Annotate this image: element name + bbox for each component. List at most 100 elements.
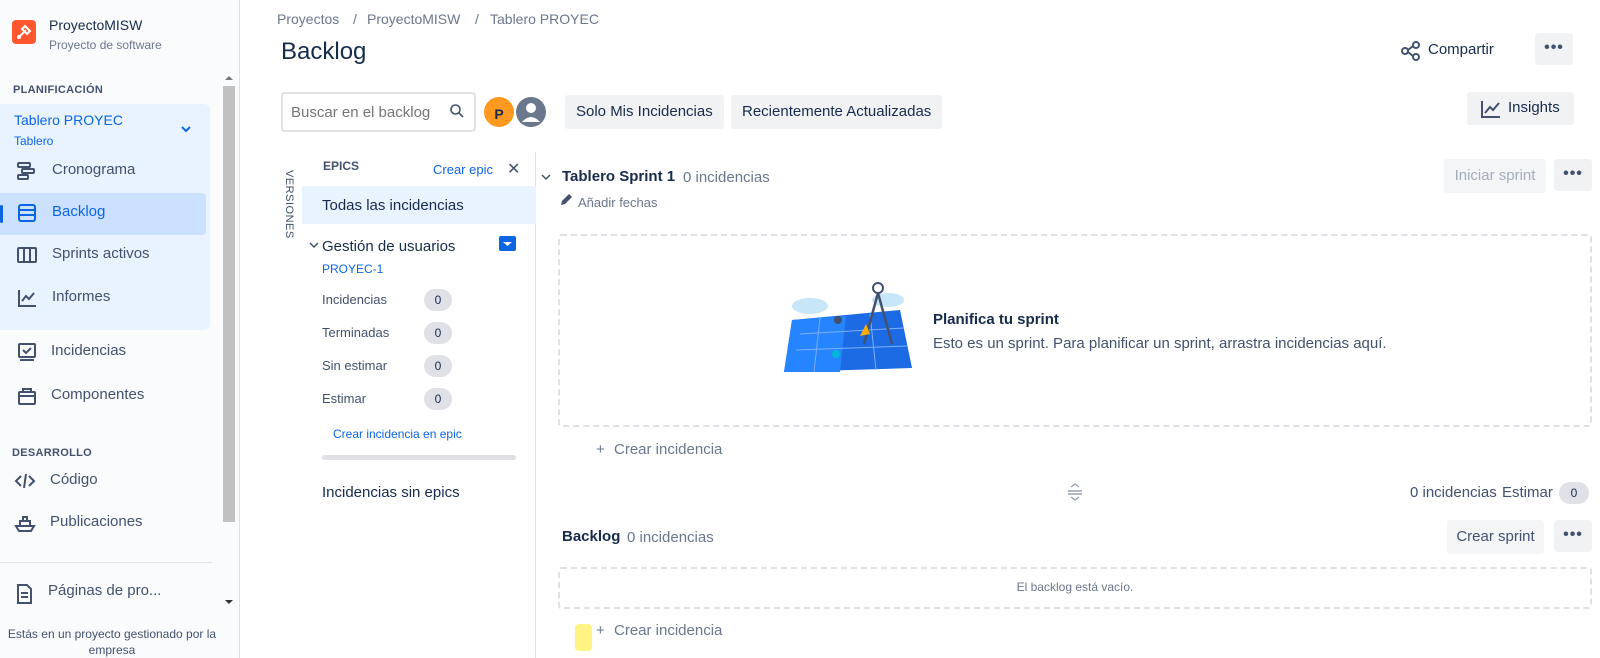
add-dates-link[interactable]: Añadir fechas xyxy=(578,195,658,210)
sidebar-item-sprints-activos[interactable]: Sprints activos xyxy=(0,234,240,274)
page-more-button[interactable]: ••• xyxy=(1535,33,1573,65)
sprint-name: Tablero Sprint 1 xyxy=(562,168,676,185)
start-sprint-button[interactable]: Iniciar sprint xyxy=(1444,159,1546,193)
estimate-value: 0 xyxy=(1559,482,1589,504)
backlog-name: Backlog xyxy=(562,528,621,545)
versions-tab[interactable]: VERSIONES xyxy=(282,168,298,238)
estimate-label: Estimar xyxy=(1502,484,1553,501)
epic-stat-label: Estimar xyxy=(322,391,367,406)
create-sprint-button[interactable]: Crear sprint xyxy=(1447,520,1544,554)
reports-chart-icon xyxy=(16,287,38,309)
chevron-down-icon[interactable] xyxy=(309,240,319,250)
epic-filter-none[interactable]: Incidencias sin epics xyxy=(322,484,460,501)
share-icon xyxy=(1400,40,1422,62)
insights-label: Insights xyxy=(1508,99,1560,116)
insights-chart-icon xyxy=(1480,98,1502,120)
backlog-empty-text: El backlog está vacío. xyxy=(1016,580,1134,594)
epic-filter-all[interactable]: Todas las incidencias xyxy=(302,186,536,224)
filter-solo-mis-incidencias[interactable]: Solo Mis Incidencias xyxy=(565,95,724,129)
more-icon: ••• xyxy=(1563,165,1583,182)
section-planning-heading: PLANIFICACIÓN xyxy=(13,84,104,96)
board-selector-title[interactable]: Tablero PROYEC xyxy=(14,112,123,128)
breadcrumb-separator: / xyxy=(353,11,357,27)
chevron-down-icon[interactable] xyxy=(180,123,192,135)
epic-stat-value: 0 xyxy=(424,388,452,410)
insights-button[interactable]: Insights xyxy=(1467,92,1574,125)
project-type: Proyecto de software xyxy=(49,38,162,52)
breadcrumb-proyectos[interactable]: Proyectos xyxy=(277,11,339,27)
epic-dropdown-icon[interactable] xyxy=(499,236,516,251)
sprint-drop-zone[interactable] xyxy=(558,234,1592,427)
sprint-issue-count: 0 incidencias xyxy=(683,169,770,186)
sidebar-item-label: Publicaciones xyxy=(50,513,143,530)
breadcrumb-board[interactable]: Tablero PROYEC xyxy=(490,11,599,27)
resize-handle-icon[interactable] xyxy=(1066,483,1084,501)
backlog-issue-count: 0 incidencias xyxy=(627,529,714,546)
sprint-more-button[interactable]: ••• xyxy=(1554,159,1592,191)
plus-icon[interactable]: + xyxy=(596,441,605,458)
project-avatar-icon[interactable] xyxy=(12,20,36,44)
search-icon[interactable] xyxy=(449,103,465,119)
page-icon xyxy=(13,583,35,605)
unassigned-avatar-icon[interactable] xyxy=(514,95,548,129)
sidebar-item-label: Cronograma xyxy=(52,161,136,178)
epic-stat-value: 0 xyxy=(424,322,452,344)
sidebar-item-label: Sprints activos xyxy=(52,245,150,262)
epic-stat-label: Incidencias xyxy=(322,292,388,307)
sidebar-item-cronograma[interactable]: Cronograma xyxy=(0,150,240,190)
ship-icon xyxy=(14,512,36,534)
sidebar-item-backlog[interactable]: Backlog xyxy=(0,192,240,232)
more-icon: ••• xyxy=(1544,39,1564,56)
sidebar-item-paginas[interactable]: Páginas de pro... xyxy=(0,573,240,613)
sidebar-item-label: Informes xyxy=(52,288,111,305)
create-issue-in-epic-link[interactable]: Crear incidencia en epic xyxy=(333,427,462,441)
close-icon[interactable]: ✕ xyxy=(507,159,520,179)
sidebar-item-codigo[interactable]: Código xyxy=(0,460,240,500)
issues-icon xyxy=(16,341,38,363)
epic-filter-all-label: Todas las incidencias xyxy=(322,197,464,214)
epic-stat-label: Sin estimar xyxy=(322,358,388,373)
breadcrumb-separator: / xyxy=(475,11,479,27)
managed-project-note: Estás en un proyecto gestionado por la e… xyxy=(7,627,217,657)
sprint-create-issue-button[interactable]: Crear incidencia xyxy=(614,441,722,458)
epic-key[interactable]: PROYEC-1 xyxy=(322,262,383,276)
project-name[interactable]: ProyectoMISW xyxy=(49,17,142,33)
epic-stat-label: Terminadas xyxy=(322,325,390,340)
sidebar: ProyectoMISW Proyecto de software PLANIF… xyxy=(0,0,240,658)
backlog-icon xyxy=(16,202,38,224)
board-selector-subtitle: Tablero xyxy=(14,134,54,148)
breadcrumb-project[interactable]: ProyectoMISW xyxy=(367,11,460,27)
section-dev-heading: DESARROLLO xyxy=(12,447,92,459)
sidebar-item-label: Incidencias xyxy=(51,342,127,359)
chevron-down-icon[interactable] xyxy=(541,172,551,182)
plus-icon[interactable]: + xyxy=(596,622,605,639)
sidebar-item-publicaciones[interactable]: Publicaciones xyxy=(0,502,240,542)
backlog-create-issue-button[interactable]: Crear incidencia xyxy=(614,622,722,639)
share-button[interactable]: Compartir xyxy=(1395,36,1507,68)
sidebar-item-incidencias[interactable]: Incidencias xyxy=(0,331,240,371)
avatar[interactable]: P xyxy=(482,95,516,129)
sprint-illustration xyxy=(780,276,920,380)
components-icon xyxy=(16,385,38,407)
filter-recientemente-actualizadas[interactable]: Recientemente Actualizadas xyxy=(731,95,943,129)
sidebar-item-informes[interactable]: Informes xyxy=(0,277,240,317)
sidebar-item-label: Backlog xyxy=(52,203,106,220)
backlog-search[interactable] xyxy=(281,92,476,132)
pencil-icon[interactable] xyxy=(559,193,573,207)
sidebar-divider xyxy=(0,562,212,563)
search-input[interactable] xyxy=(291,102,443,122)
versions-tab-label: VERSIONES xyxy=(283,170,295,238)
code-icon xyxy=(14,470,36,492)
timeline-icon xyxy=(16,160,38,182)
backlog-more-button[interactable]: ••• xyxy=(1554,520,1592,552)
cursor-highlight xyxy=(575,624,592,651)
create-epic-link[interactable]: Crear epic xyxy=(433,162,493,177)
sidebar-scrollbar-thumb[interactable] xyxy=(223,86,235,522)
board-columns-icon xyxy=(16,244,38,266)
epic-progress-bar xyxy=(322,455,516,460)
epic-name[interactable]: Gestión de usuarios xyxy=(322,238,455,255)
sprint-empty-description: Esto es un sprint. Para planificar un sp… xyxy=(933,335,1387,352)
epics-heading: EPICS xyxy=(323,159,360,173)
more-icon: ••• xyxy=(1563,526,1583,543)
sidebar-item-componentes[interactable]: Componentes xyxy=(0,375,240,415)
